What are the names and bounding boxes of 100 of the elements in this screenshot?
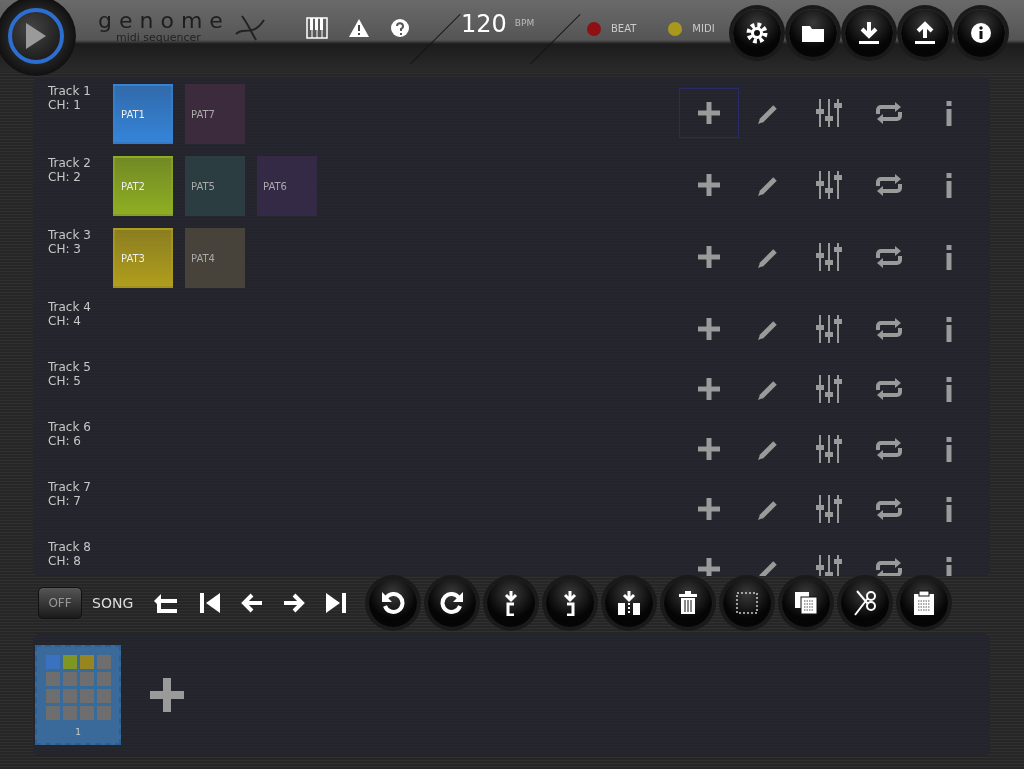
skip-forward-icon (325, 592, 348, 614)
download-icon (858, 21, 880, 45)
upload-button[interactable] (901, 9, 949, 57)
copy-button[interactable] (782, 579, 831, 627)
settings-button[interactable] (733, 9, 781, 57)
return-button[interactable] (153, 593, 180, 613)
info-icon (945, 496, 953, 522)
next-button[interactable] (283, 593, 306, 613)
right-arrow-icon (283, 593, 306, 613)
loop-icon (873, 246, 905, 268)
pattern-button[interactable]: PAT4 (185, 228, 245, 288)
sliders-icon (814, 374, 844, 404)
song-mode-switch[interactable]: OFF (38, 587, 82, 619)
skip-back-icon (199, 592, 222, 614)
help-button[interactable] (390, 18, 410, 38)
undo-icon (381, 591, 406, 615)
open-button[interactable] (789, 9, 837, 57)
track-name: Track 4 (48, 300, 92, 314)
plus-icon (696, 100, 722, 126)
sliders-icon (814, 554, 844, 576)
delete-button[interactable] (664, 579, 713, 627)
add-button[interactable] (679, 88, 739, 138)
pattern-button[interactable]: PAT3 (113, 228, 173, 288)
selection-icon (735, 591, 760, 615)
left-arrow-icon (241, 593, 264, 613)
sliders-icon (814, 242, 844, 272)
first-button[interactable] (199, 592, 222, 614)
settings-icon (745, 21, 769, 45)
loop-icon (873, 558, 905, 576)
loop-icon (873, 102, 905, 124)
app-title: genome (98, 10, 230, 32)
track-channel: CH: 7 (48, 494, 82, 508)
return-icon (153, 593, 180, 613)
loop-icon (873, 378, 905, 400)
track-channel: CH: 8 (48, 554, 82, 568)
info-icon (945, 244, 953, 270)
insert-before-button[interactable] (487, 579, 536, 627)
indicator-label: MIDI (692, 22, 715, 36)
track-name: Track 6 (48, 420, 92, 434)
undo-button[interactable] (369, 579, 418, 627)
pattern-button[interactable]: PAT6 (257, 156, 317, 216)
plus-icon (696, 556, 722, 576)
sliders-icon (814, 170, 844, 200)
bpm-unit: BPM (514, 17, 535, 31)
track-name: Track 3 (48, 228, 92, 242)
track-name: Track 8 (48, 540, 92, 554)
plus-icon (696, 316, 722, 342)
plus-icon (696, 496, 722, 522)
cut-button[interactable] (841, 579, 890, 627)
bpm-value: 120 (461, 12, 507, 36)
plus-icon (149, 677, 185, 713)
split-icon (617, 590, 642, 616)
insert-after-button[interactable] (546, 579, 595, 627)
play-icon (24, 21, 48, 51)
paste-button[interactable] (900, 579, 949, 627)
pattern-button[interactable]: PAT2 (113, 156, 173, 216)
warning-button[interactable] (348, 18, 370, 38)
song-label: SONG (92, 593, 134, 613)
track-channel: CH: 3 (48, 242, 82, 256)
sliders-icon (814, 494, 844, 524)
pattern-button[interactable]: PAT5 (185, 156, 245, 216)
redo-icon (440, 591, 465, 615)
track-name: Track 5 (48, 360, 92, 374)
split-button[interactable] (605, 579, 654, 627)
plus-icon (696, 376, 722, 402)
thumbnail-label: 1 (75, 726, 81, 739)
scissors-icon (853, 590, 878, 616)
info-icon (945, 100, 953, 126)
insert-right-icon (562, 590, 579, 616)
info-icon (945, 556, 953, 576)
last-button[interactable] (325, 592, 348, 614)
download-button[interactable] (845, 9, 893, 57)
piano-button[interactable] (306, 17, 328, 39)
piano-icon (306, 17, 328, 39)
copy-icon (794, 591, 819, 615)
sliders-icon (814, 98, 844, 128)
folder-icon (801, 23, 825, 43)
info-icon (945, 376, 953, 402)
add-song-button[interactable] (149, 677, 185, 713)
track-name: Track 2 (48, 156, 92, 170)
track-channel: CH: 2 (48, 170, 82, 184)
song-pattern-thumbnail[interactable]: 1 (35, 645, 121, 745)
help-icon (390, 18, 410, 38)
clipboard-icon (913, 590, 936, 616)
select-button[interactable] (723, 579, 772, 627)
info-icon (970, 22, 992, 44)
plus-icon (696, 436, 722, 462)
info-icon (945, 172, 953, 198)
upload-icon (914, 21, 936, 45)
track-channel: CH: 5 (48, 374, 82, 388)
info-button[interactable] (957, 9, 1005, 57)
pattern-button[interactable]: PAT1 (113, 84, 173, 144)
plus-icon (696, 244, 722, 270)
loop-icon (873, 438, 905, 460)
previous-button[interactable] (241, 593, 264, 613)
pattern-button[interactable]: PAT7 (185, 84, 245, 144)
redo-button[interactable] (428, 579, 477, 627)
indicator-label: BEAT (611, 22, 637, 36)
play-button[interactable] (0, 0, 76, 76)
track-channel: CH: 4 (48, 314, 82, 328)
